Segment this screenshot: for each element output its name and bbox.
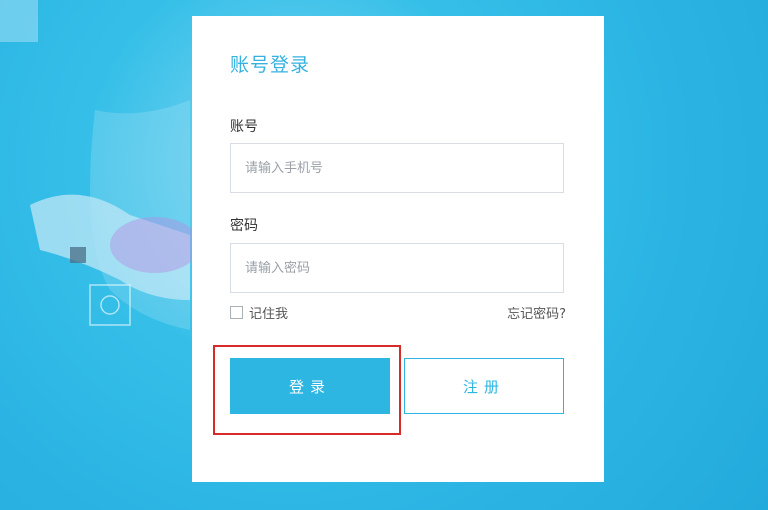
remember-me-checkbox[interactable] [230,306,243,319]
purple-glow [110,217,200,273]
corner-tile [0,0,38,42]
login-title: 账号登录 [230,54,311,76]
password-label: 密码 [230,218,258,234]
forgot-password-link[interactable]: 忘记密码? [507,303,566,322]
pixel-square-icon [70,247,86,263]
register-button[interactable]: 注册 [404,358,564,414]
remember-me-label: 记住我 [249,307,289,322]
glow-shape [90,100,190,330]
circle-icon [100,295,120,315]
login-highlight-box [213,345,401,435]
password-input[interactable] [230,243,564,293]
account-label: 账号 [230,119,258,135]
remember-me-row[interactable]: 记住我 [230,303,288,322]
account-input[interactable] [230,143,564,193]
